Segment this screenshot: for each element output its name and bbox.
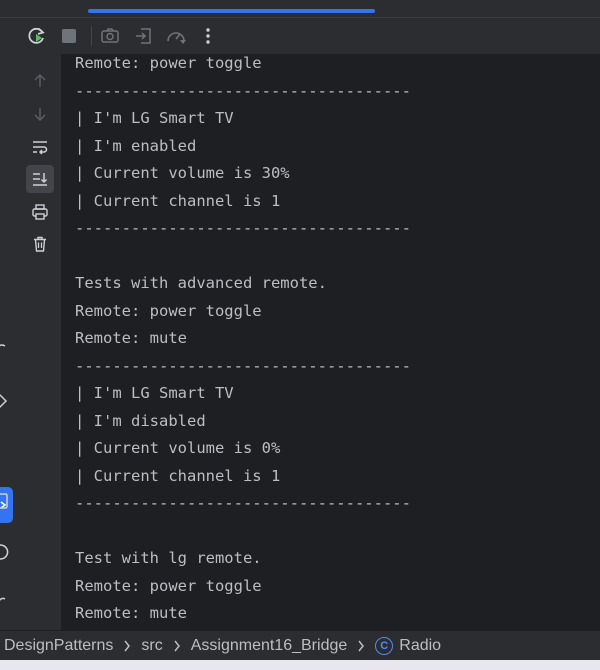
console-line: Remote: mute	[75, 329, 187, 347]
rerun-button[interactable]	[23, 22, 51, 50]
run-toolbar	[0, 18, 600, 54]
toolbar-separator	[91, 26, 92, 46]
profiler-button[interactable]	[162, 22, 190, 50]
breadcrumb-project[interactable]: DesignPatterns	[4, 637, 113, 655]
chevron-right-icon	[357, 640, 365, 652]
stop-icon	[62, 29, 76, 43]
previous-occurrence-button[interactable]	[26, 67, 54, 95]
git-icon[interactable]	[0, 589, 10, 609]
exit-button[interactable]	[130, 22, 158, 50]
next-occurrence-button[interactable]	[26, 100, 54, 128]
console-lines: Remote: power toggle --------------------…	[75, 54, 411, 628]
breadcrumb-class[interactable]: C Radio	[375, 636, 442, 655]
console-output[interactable]: Remote: power toggle --------------------…	[61, 54, 600, 630]
console-line: Tests with advanced remote.	[75, 274, 327, 292]
console-line: | Current channel is 1	[75, 191, 281, 210]
chevron-right-icon	[123, 640, 131, 652]
console-line: Remote: power toggle	[75, 54, 262, 72]
chevron-right-icon	[173, 640, 181, 652]
print-icon	[32, 204, 48, 220]
navigation-bar: DesignPatterns src Assignment16_Bridge C…	[0, 630, 600, 660]
trash-icon	[34, 236, 46, 252]
console-line: | Current channel is 1	[75, 466, 281, 485]
console-line: ------------------------------------	[75, 81, 411, 100]
build-icon[interactable]	[0, 340, 10, 360]
camera-icon	[101, 28, 119, 43]
scroll-to-end-button[interactable]	[26, 165, 54, 193]
exit-icon	[136, 28, 151, 44]
console-line: Remote: mute	[75, 604, 187, 622]
console-line: Test with lg remote.	[75, 549, 262, 567]
terminal-icon[interactable]	[0, 491, 10, 511]
more-icon	[206, 28, 210, 44]
more-options-button[interactable]	[194, 22, 222, 50]
arrow-up-icon	[34, 73, 46, 87]
console-line: | Current volume is 0%	[75, 439, 281, 457]
stop-button[interactable]	[55, 22, 83, 50]
class-icon: C	[375, 636, 394, 655]
scroll-to-end-icon	[33, 173, 48, 186]
window-bottom-edge	[0, 660, 600, 670]
console-line: ------------------------------------	[75, 219, 411, 237]
console-line: | I'm enabled	[75, 136, 197, 155]
soft-wrap-button[interactable]	[26, 133, 54, 161]
console-line: ------------------------------------	[75, 356, 411, 375]
tool-window-tabs-strip	[0, 0, 600, 18]
console-side-toolbar	[14, 54, 61, 630]
console-line: Remote: power toggle	[75, 301, 262, 320]
left-tool-window-bar	[0, 54, 14, 630]
print-button[interactable]	[26, 198, 54, 226]
rerun-icon	[28, 27, 45, 44]
problems-icon[interactable]	[0, 542, 10, 562]
breadcrumb-package[interactable]: Assignment16_Bridge	[191, 637, 348, 655]
console-line: Remote: power toggle	[75, 576, 262, 595]
clear-all-button[interactable]	[26, 230, 54, 258]
screenshot-button[interactable]	[96, 22, 124, 50]
breadcrumb-folder[interactable]: src	[141, 637, 162, 655]
console-line: | I'm LG Smart TV	[75, 384, 234, 402]
console-line: ------------------------------------	[75, 494, 411, 512]
soft-wrap-icon	[33, 141, 48, 155]
active-tab-indicator	[88, 9, 375, 13]
console-line: | I'm disabled	[75, 411, 206, 430]
arrow-down-icon	[34, 108, 46, 122]
console-line: | I'm LG Smart TV	[75, 109, 234, 127]
profiler-icon	[167, 32, 186, 44]
console-line: | Current volume is 30%	[75, 164, 290, 182]
services-icon[interactable]	[0, 391, 10, 411]
breadcrumb-class-name: Radio	[399, 636, 442, 654]
